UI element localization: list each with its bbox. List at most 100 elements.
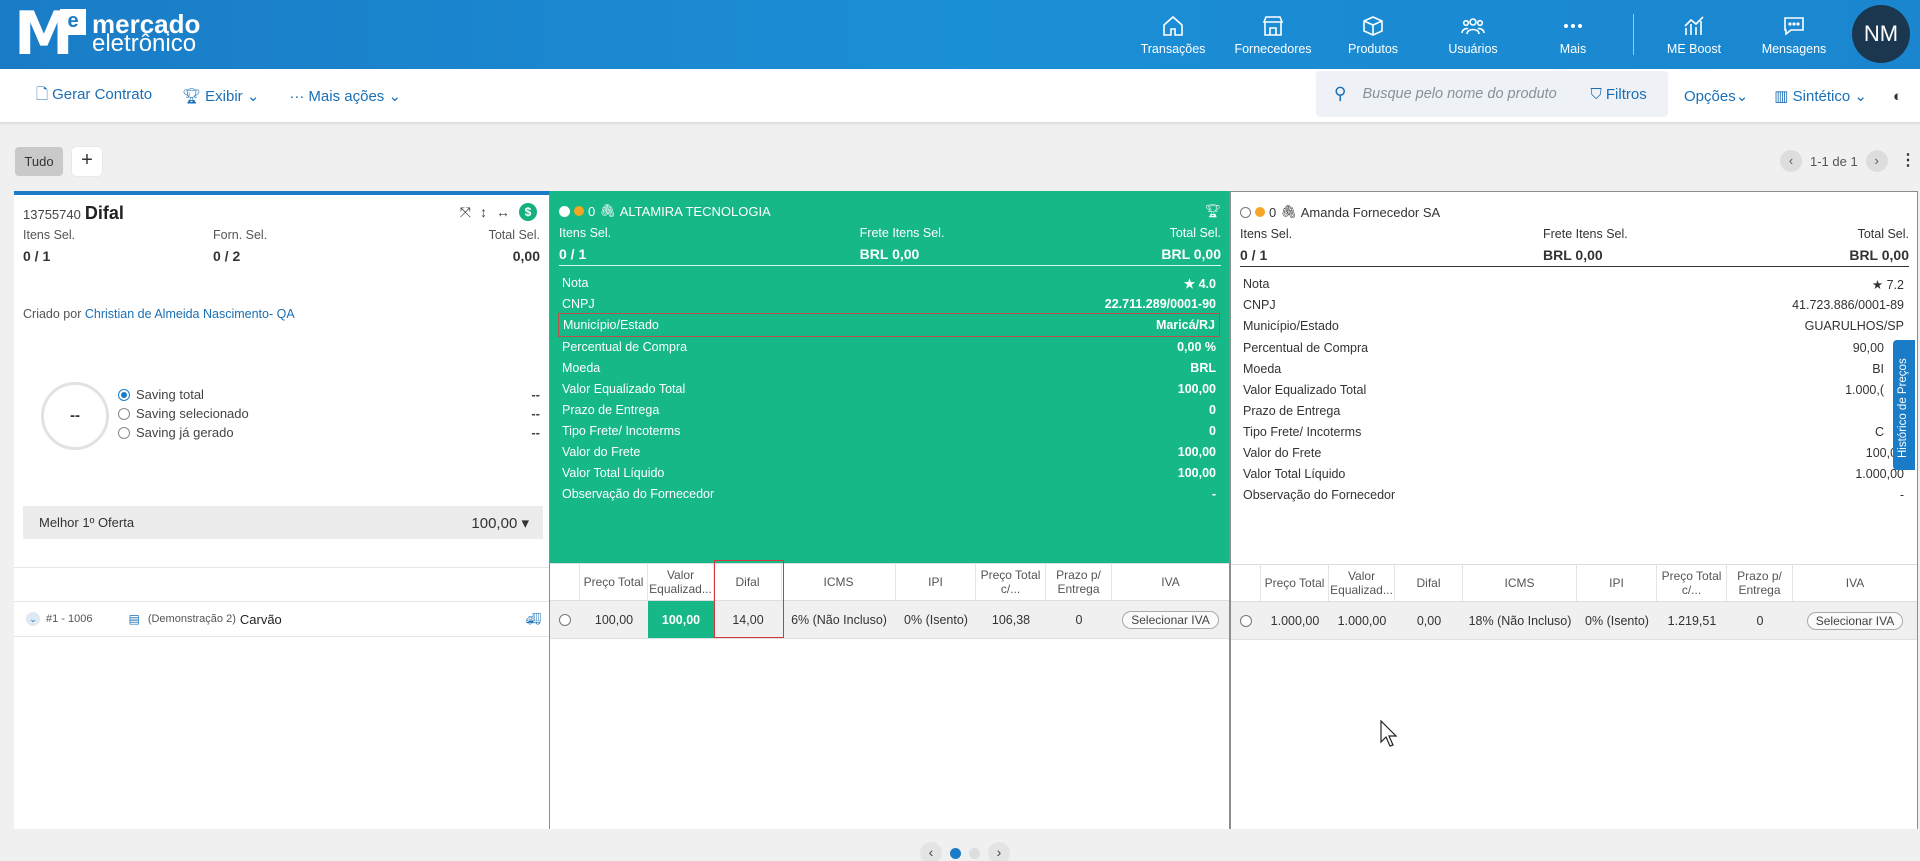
nav-mais[interactable]: Mais	[1523, 0, 1623, 69]
carousel-nav: ‹ ›	[920, 842, 1010, 861]
star-icon: ★	[1871, 277, 1884, 292]
nav-produtos[interactable]: Produtos	[1323, 0, 1423, 69]
creator-link[interactable]: Christian de Almeida Nascimento- QA	[85, 307, 295, 321]
horizontal-resize-icon[interactable]: ↔	[496, 204, 510, 220]
selecionar-iva-button[interactable]: Selecionar IVA	[1122, 610, 1219, 629]
col-preco-total-c[interactable]: Preço Total c/...	[976, 564, 1046, 600]
col-icms[interactable]: ICMS	[1463, 565, 1577, 601]
info-icon	[574, 206, 584, 216]
carousel-next-button[interactable]: ›	[988, 842, 1010, 861]
mercado-eletronico-logo[interactable]: Me mercado eletrônico	[14, 4, 200, 64]
col-iva[interactable]: IVA	[1793, 565, 1917, 601]
col-difal[interactable]: Difal	[1395, 565, 1463, 601]
col-prazo[interactable]: Prazo p/ Entrega	[1046, 564, 1112, 600]
attachment-icon[interactable]: 🖇︎	[1280, 204, 1297, 220]
exibir-dropdown[interactable]: 🏆︎ Exibir ⌄	[182, 87, 259, 105]
item-demo: (Demonstração 2)	[147, 613, 236, 625]
next-page-button[interactable]: ›	[1865, 150, 1888, 172]
radio[interactable]	[118, 426, 130, 439]
dollar-icon[interactable]: $	[519, 203, 537, 221]
nav-fornecedores[interactable]: Fornecedores	[1223, 0, 1323, 69]
total-sel-label: Total Sel.	[488, 228, 540, 242]
col-iva[interactable]: IVA	[1112, 564, 1229, 600]
tab-tudo[interactable]: Tudo	[15, 147, 63, 176]
opcoes-dropdown[interactable]: Opções⌄	[1684, 87, 1748, 105]
saving-ja-gerado-option[interactable]: Saving já gerado --	[118, 425, 540, 440]
radio[interactable]	[118, 407, 130, 420]
attr-municipio: Município/Estado GUARULHOS/SP	[1243, 319, 1904, 333]
col-preco-total-c[interactable]: Preço Total c/...	[1657, 565, 1727, 601]
prev-page-button[interactable]: ‹	[1780, 150, 1802, 172]
top-nav: Transações Fornecedores Produtos Usuário…	[1123, 0, 1920, 69]
historico-precos-tab[interactable]: Histórico de Preços	[1893, 340, 1915, 470]
select-item-radio[interactable]	[1240, 614, 1252, 627]
nav-me-boost[interactable]: ME Boost	[1644, 0, 1744, 69]
contrast-icon[interactable]: ◐	[1893, 88, 1902, 105]
divider	[1240, 266, 1909, 267]
carousel-prev-button[interactable]: ‹	[920, 842, 942, 861]
trophy-icon: 🏆︎	[182, 88, 202, 105]
select-supplier-radio[interactable]	[1240, 206, 1251, 218]
kebab-menu-icon[interactable]: ⋮	[1900, 150, 1916, 170]
pager-text: 1-1 de 1	[1810, 153, 1858, 169]
document-icon[interactable]: ▤	[128, 612, 139, 626]
filtros-button[interactable]: ⛉ Filtros	[1590, 86, 1646, 103]
select-supplier-radio[interactable]	[559, 205, 570, 217]
selecionar-iva-button[interactable]: Selecionar IVA	[1806, 611, 1904, 630]
col-icms[interactable]: ICMS	[782, 564, 896, 600]
document-icon: 🗋	[36, 85, 49, 103]
layout-icon: ▥	[1774, 88, 1789, 105]
chevron-down-icon: ⌄	[1854, 88, 1867, 105]
saving-donut: --	[41, 382, 109, 450]
mais-acoes-dropdown[interactable]: ··· Mais ações ⌄	[289, 87, 401, 105]
supplier-name[interactable]: Amanda Fornecedor SA	[1301, 205, 1440, 220]
table-header: Preço Total Valor Equalizad... Difal ICM…	[550, 563, 1229, 601]
truck-icon[interactable]: 🚚︎	[526, 612, 541, 626]
search-input[interactable]: Busque pelo nome do produto	[1362, 86, 1590, 102]
quotation-title: Difal	[84, 203, 124, 223]
col-ipi[interactable]: IPI	[1577, 565, 1657, 601]
logo-line2: eletrônico	[92, 30, 197, 57]
col-valor-equalizado[interactable]: Valor Equalizad...	[1329, 565, 1395, 601]
add-tab-button[interactable]: +	[72, 147, 102, 176]
info-icon	[1255, 207, 1265, 217]
col-valor-equalizado[interactable]: Valor Equalizad...	[648, 564, 714, 600]
radio-selected[interactable]	[118, 388, 130, 401]
top-header: Me mercado eletrônico Transações Fornece…	[0, 0, 1920, 69]
attachment-icon[interactable]: 🖇︎	[599, 203, 616, 219]
vertical-resize-icon[interactable]: ↕	[480, 204, 487, 220]
nav-usuarios[interactable]: Usuários	[1423, 0, 1523, 69]
select-item-radio[interactable]	[559, 613, 571, 626]
saving-total-option[interactable]: Saving total --	[118, 387, 540, 402]
supplier-name[interactable]: ALTAMIRA TECNOLOGIA	[620, 204, 771, 219]
col-preco-total[interactable]: Preço Total	[1261, 565, 1329, 601]
sintetico-dropdown[interactable]: ▥ Sintético ⌄	[1774, 87, 1867, 105]
item-row[interactable]: ⌄ #1 - 1006 ▤ (Demonstração 2) Carvão 🚚︎	[14, 601, 549, 637]
saving-selecionado-option[interactable]: Saving selecionado --	[118, 406, 540, 421]
table-row: 1.000,00 1.000,00 0,00 18% (Não Incluso)…	[1231, 602, 1917, 640]
table-row: 100,00 100,00 14,00 6% (Não Incluso) 0% …	[550, 601, 1229, 639]
user-avatar[interactable]: NM	[1852, 5, 1910, 63]
col-ipi[interactable]: IPI	[896, 564, 976, 600]
carousel-dot-active[interactable]	[950, 847, 961, 859]
carousel-dot[interactable]	[969, 847, 980, 859]
home-icon	[1163, 15, 1183, 36]
col-prazo[interactable]: Prazo p/ Entrega	[1727, 565, 1793, 601]
nav-transacoes[interactable]: Transações	[1123, 0, 1223, 69]
gerar-contrato-button[interactable]: 🗋 Gerar Contrato	[36, 84, 152, 109]
melhor-oferta-dropdown[interactable]: Melhor 1º Oferta 100,00 ▾	[23, 506, 543, 539]
filter-icon: ⛉	[1590, 85, 1602, 103]
supplier-column-amanda: 0 🖇︎ Amanda Fornecedor SA Itens Sel. Frete …	[1230, 191, 1918, 829]
chevron-down-icon: ⌄	[388, 88, 402, 105]
search-icon: ⚲	[1334, 84, 1347, 103]
ellipsis-icon: ···	[289, 88, 305, 105]
chart-icon	[1684, 15, 1704, 35]
total-sel-value: 0,00	[512, 248, 540, 264]
message-icon	[1784, 16, 1804, 36]
nav-mensagens[interactable]: Mensagens	[1744, 0, 1844, 69]
divider	[559, 265, 1221, 266]
chevron-down-icon[interactable]: ⌄	[26, 612, 40, 626]
expand-icon[interactable]: ⤧	[460, 204, 471, 221]
col-preco-total[interactable]: Preço Total	[580, 564, 648, 600]
item-name: Carvão	[239, 611, 282, 627]
